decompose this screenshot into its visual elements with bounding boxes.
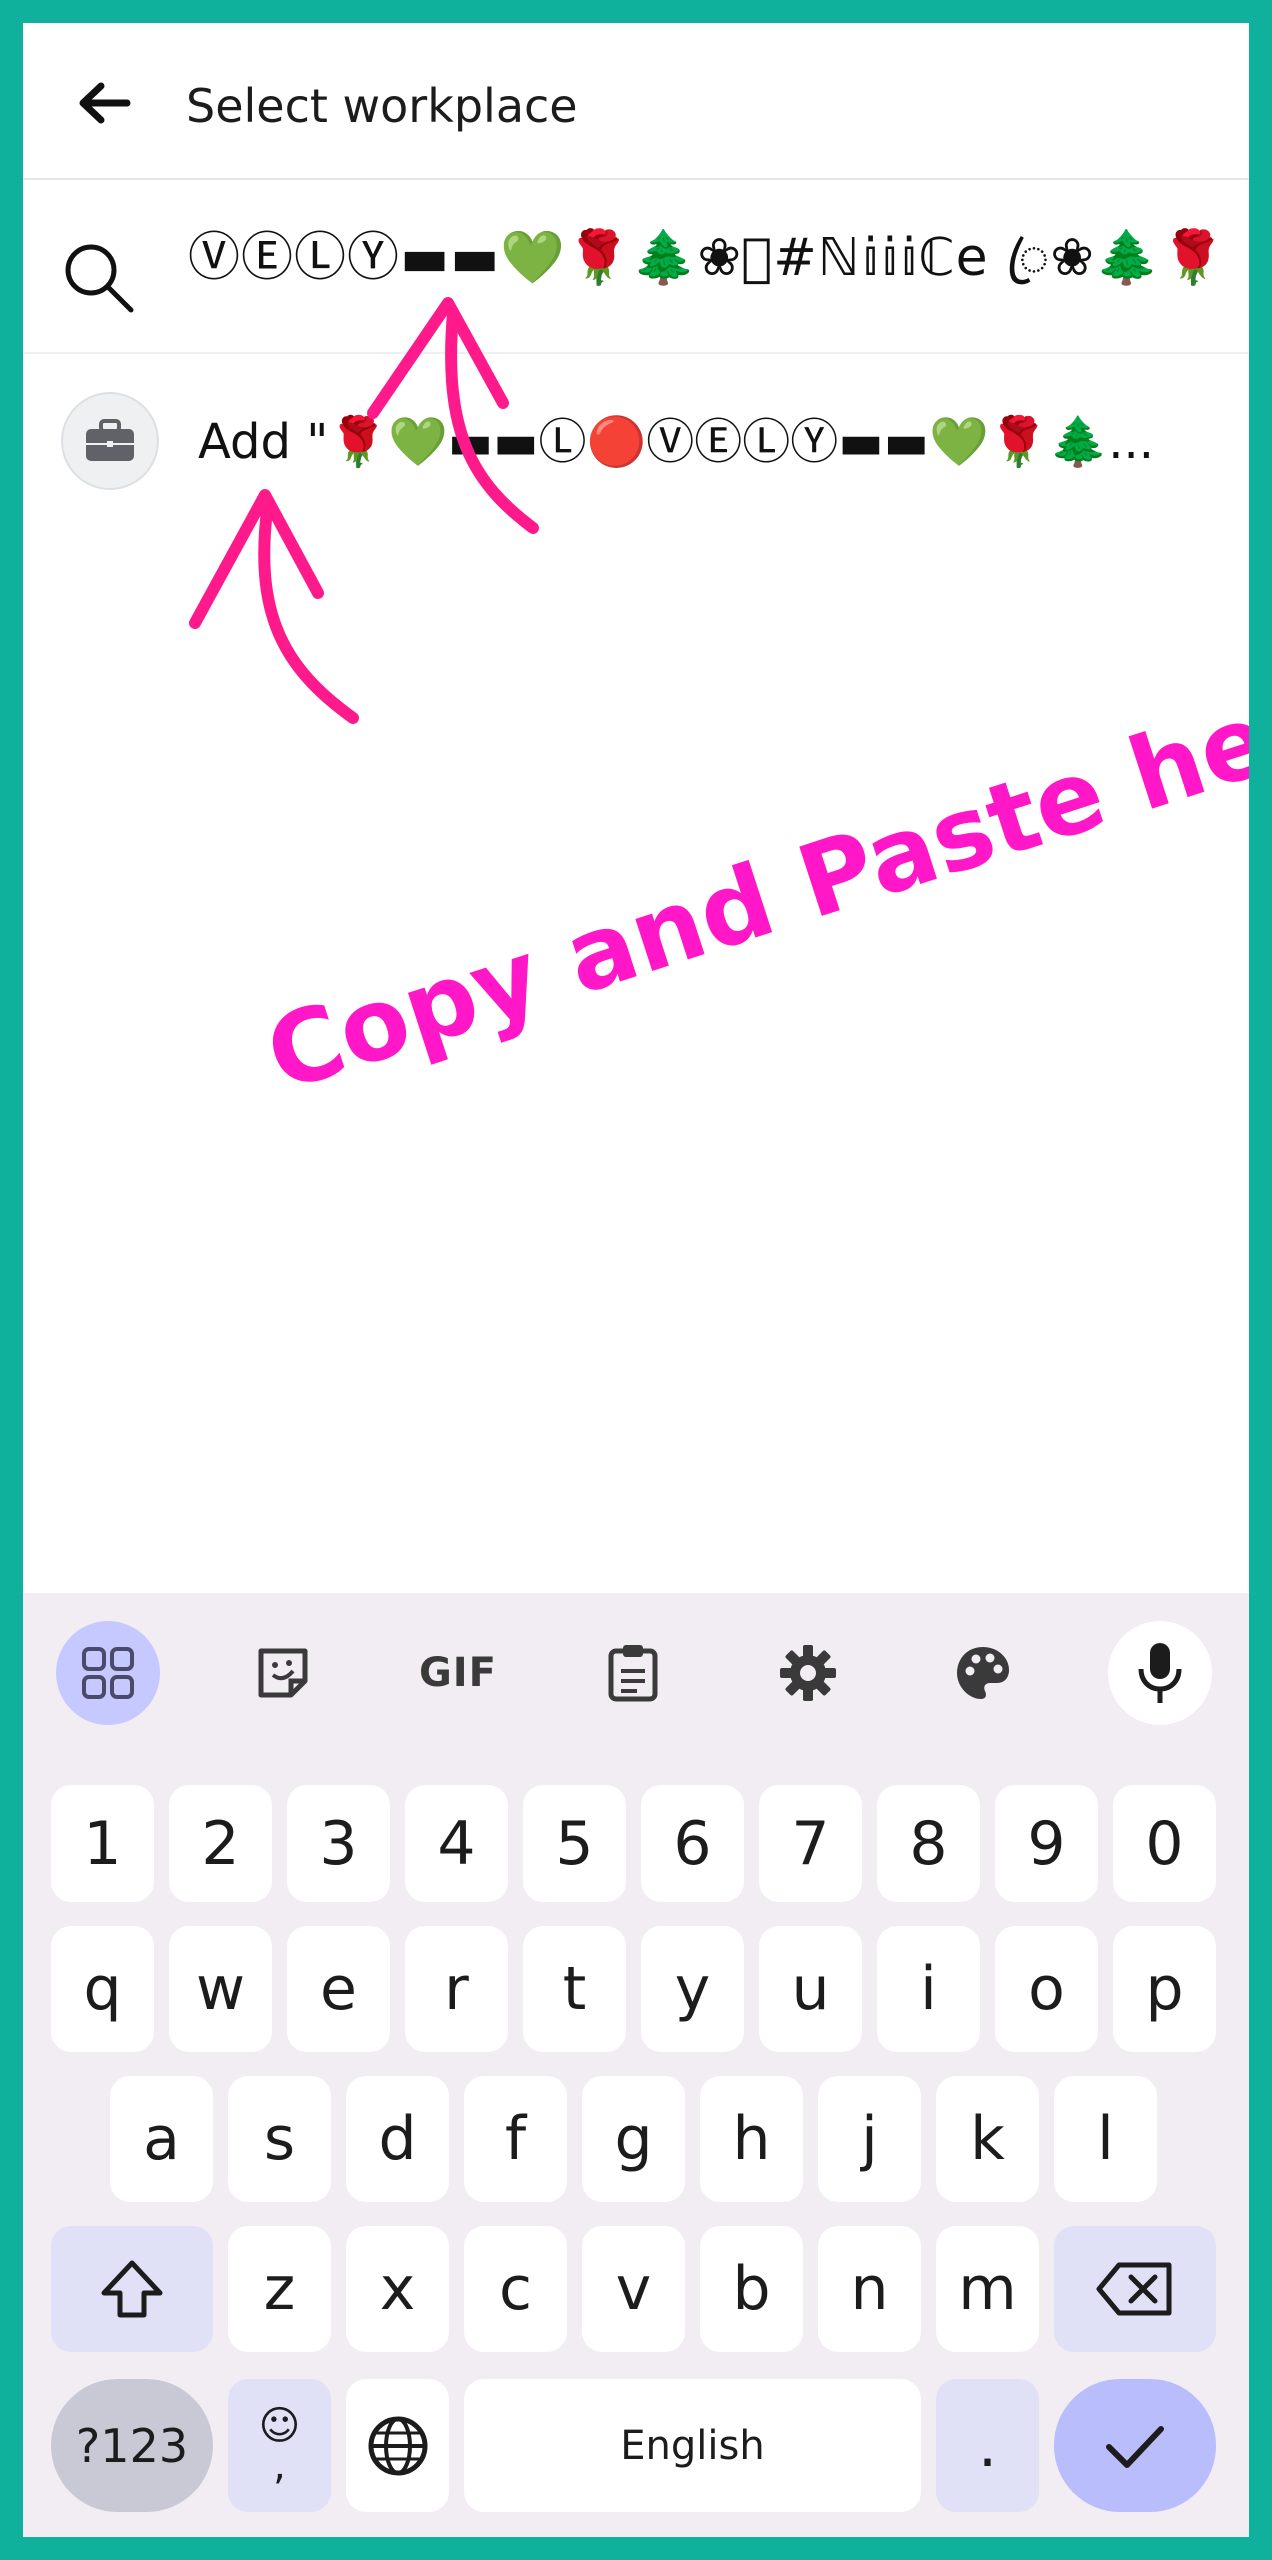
key-c[interactable]: c xyxy=(464,2226,567,2352)
key-p[interactable]: p xyxy=(1113,1926,1216,2052)
language-key[interactable] xyxy=(346,2379,449,2512)
key-f[interactable]: f xyxy=(464,2076,567,2202)
suggestion-label: Add "🌹💚▬▬Ⓛ🔴ⓋⒺⓁⓎ▬▬💚🌹🌲... xyxy=(198,414,1155,470)
key-0[interactable]: 0 xyxy=(1113,1785,1216,1902)
palette-icon xyxy=(957,1647,1009,1699)
key-9[interactable]: 9 xyxy=(995,1785,1098,1902)
shift-arrow-icon xyxy=(101,2260,163,2318)
key-x[interactable]: x xyxy=(346,2226,449,2352)
key-1[interactable]: 1 xyxy=(51,1785,154,1902)
gear-icon xyxy=(780,1645,836,1701)
settings-button[interactable] xyxy=(756,1621,860,1725)
backspace-icon xyxy=(1096,2262,1172,2316)
apps-grid-icon xyxy=(82,1647,134,1699)
sticker-icon xyxy=(258,1648,308,1698)
period-key[interactable]: . xyxy=(936,2379,1039,2512)
key-i[interactable]: i xyxy=(877,1926,980,2052)
key-5[interactable]: 5 xyxy=(523,1785,626,1902)
symbols-key[interactable]: ?123 xyxy=(51,2379,213,2512)
back-button[interactable] xyxy=(73,75,133,131)
keyboard-toolbar: GIF xyxy=(23,1621,1249,1731)
search-icon xyxy=(65,244,134,313)
key-7[interactable]: 7 xyxy=(759,1785,862,1902)
key-2[interactable]: 2 xyxy=(169,1785,272,1902)
key-q[interactable]: q xyxy=(51,1926,154,2052)
key-3[interactable]: 3 xyxy=(287,1785,390,1902)
annotation-arrow-top xyxy=(367,297,539,534)
briefcase-icon xyxy=(86,419,134,461)
key-z[interactable]: z xyxy=(228,2226,331,2352)
space-key[interactable]: English xyxy=(464,2379,921,2512)
key-4[interactable]: 4 xyxy=(405,1785,508,1902)
search-bar[interactable]: ⓋⒺⓁⓎ▬▬💚🌹🌲❀ꦿ#ℕ𝕚𝕚𝕚ℂe ꦿ❀🌲🌹 xyxy=(23,182,1249,354)
key-j[interactable]: j xyxy=(818,2076,921,2202)
key-h[interactable]: h xyxy=(700,2076,803,2202)
clipboard-button[interactable] xyxy=(581,1621,685,1725)
key-r[interactable]: r xyxy=(405,1926,508,2052)
key-k[interactable]: k xyxy=(936,2076,1039,2202)
soft-keyboard: GIF 1 2 3 4 5 6 7 8 9 0 q w e r t y u i … xyxy=(23,1593,1249,2537)
comma-label: , xyxy=(273,2442,286,2489)
key-s[interactable]: s xyxy=(228,2076,331,2202)
gif-label: GIF xyxy=(418,1650,498,1696)
page-title: Select workplace xyxy=(186,79,578,133)
key-l[interactable]: l xyxy=(1054,2076,1157,2202)
annotation-arrow-bottom xyxy=(189,489,359,724)
backspace-key[interactable] xyxy=(1054,2226,1216,2352)
key-u[interactable]: u xyxy=(759,1926,862,2052)
key-t[interactable]: t xyxy=(523,1926,626,2052)
globe-icon xyxy=(368,2416,427,2475)
app-header: Select workplace xyxy=(23,23,1249,180)
key-v[interactable]: v xyxy=(582,2226,685,2352)
app-screen: Select workplace ⓋⒺⓁⓎ▬▬💚🌹🌲❀ꦿ#ℕ𝕚𝕚𝕚ℂe ꦿ❀🌲🌹… xyxy=(23,23,1249,2537)
key-6[interactable]: 6 xyxy=(641,1785,744,1902)
mic-icon xyxy=(1138,1643,1182,1703)
key-y[interactable]: y xyxy=(641,1926,744,2052)
key-o[interactable]: o xyxy=(995,1926,1098,2052)
emoji-comma-key[interactable]: ☺ , xyxy=(228,2379,331,2512)
theme-button[interactable] xyxy=(931,1621,1035,1725)
key-n[interactable]: n xyxy=(818,2226,921,2352)
copy-paste-annotation: Copy and Paste here xyxy=(253,643,1249,1115)
shift-key[interactable] xyxy=(51,2226,213,2352)
key-m[interactable]: m xyxy=(936,2226,1039,2352)
search-input[interactable]: ⓋⒺⓁⓎ▬▬💚🌹🌲❀ꦿ#ℕ𝕚𝕚𝕚ℂe ꦿ❀🌲🌹 xyxy=(188,222,1249,294)
emoji-icon: ☺ xyxy=(258,2402,301,2449)
briefcase-avatar xyxy=(61,392,159,490)
key-g[interactable]: g xyxy=(582,2076,685,2202)
gif-button[interactable]: GIF xyxy=(406,1621,510,1725)
enter-key[interactable] xyxy=(1054,2379,1216,2512)
checkmark-icon xyxy=(1106,2425,1164,2468)
key-e[interactable]: e xyxy=(287,1926,390,2052)
key-d[interactable]: d xyxy=(346,2076,449,2202)
apps-button[interactable] xyxy=(56,1621,160,1725)
key-8[interactable]: 8 xyxy=(877,1785,980,1902)
voice-input-button[interactable] xyxy=(1108,1621,1212,1725)
back-arrow-icon xyxy=(79,82,131,124)
key-w[interactable]: w xyxy=(169,1926,272,2052)
sticker-button[interactable] xyxy=(231,1621,335,1725)
clipboard-icon xyxy=(608,1645,658,1702)
key-b[interactable]: b xyxy=(700,2226,803,2352)
key-a[interactable]: a xyxy=(110,2076,213,2202)
